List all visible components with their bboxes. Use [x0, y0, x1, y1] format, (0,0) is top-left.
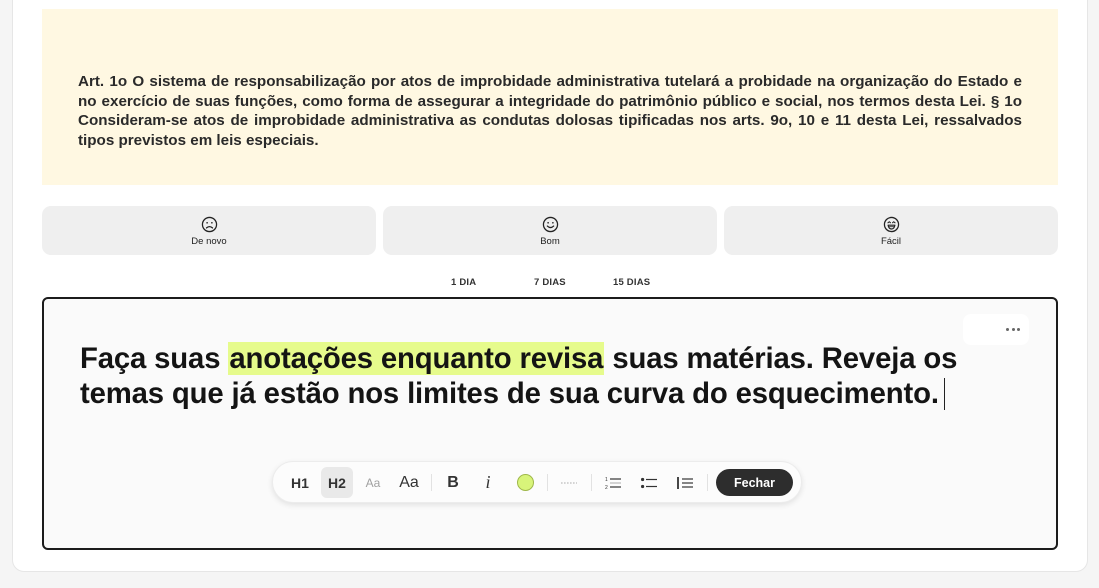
rating-easy-label: Fácil [880, 236, 902, 247]
small-text-button[interactable]: Aa [359, 467, 387, 498]
bold-button[interactable]: B [439, 467, 467, 498]
grin-face-icon [883, 216, 899, 233]
svg-text:2: 2 [605, 485, 608, 490]
toolbar-divider [547, 474, 548, 491]
dot [1011, 328, 1015, 331]
svg-text:1: 1 [605, 477, 608, 483]
note-editor[interactable]: Faça suas anotações enquanto revisa suas… [42, 297, 1058, 550]
toolbar-divider [707, 474, 708, 491]
dot [1017, 328, 1020, 331]
interval-15-days: 15 DIAS [613, 277, 651, 288]
rating-again-label: De novo [191, 236, 227, 247]
note-text[interactable]: Faça suas anotações enquanto revisa suas… [80, 342, 1040, 411]
numbered-list-icon[interactable]: 1 2 [599, 467, 627, 498]
heading-2-button[interactable]: H2 [321, 467, 353, 498]
italic-button[interactable]: i [475, 467, 501, 498]
note-highlighted-text: anotações enquanto revisa [228, 342, 605, 375]
horizontal-rule-icon[interactable] [555, 467, 583, 498]
highlight-color-button[interactable] [511, 467, 539, 498]
rating-good-label: Bom [540, 236, 560, 247]
rating-easy-button[interactable]: Fácil [724, 206, 1058, 255]
toolbar-divider [431, 474, 432, 491]
bullet-list-icon[interactable] [635, 467, 663, 498]
dot [1006, 328, 1009, 331]
text-caret [943, 377, 946, 410]
article-panel: Art. 1o O sistema de responsabilização p… [42, 9, 1058, 185]
article-text: Art. 1o O sistema de responsabilização p… [78, 73, 1022, 149]
interval-7-days: 7 DIAS [534, 277, 566, 288]
format-toolbar: H1 H2 Aa Aa B i 1 2 Fechar [272, 461, 802, 503]
heading-1-button[interactable]: H1 [285, 467, 315, 498]
blockquote-icon[interactable] [671, 467, 699, 498]
highlight-color-swatch [516, 474, 534, 491]
large-text-button[interactable]: Aa [393, 467, 425, 498]
close-toolbar-button[interactable]: Fechar [716, 469, 793, 496]
smile-face-icon [542, 216, 558, 233]
interval-1-day: 1 DIA [451, 277, 477, 288]
toolbar-divider [591, 474, 592, 491]
note-text-before: Faça suas [80, 342, 229, 375]
more-options-button[interactable] [963, 314, 1029, 345]
sad-face-icon [201, 216, 217, 233]
rating-again-button[interactable]: De novo [42, 206, 376, 255]
rating-good-button[interactable]: Bom [383, 206, 717, 255]
